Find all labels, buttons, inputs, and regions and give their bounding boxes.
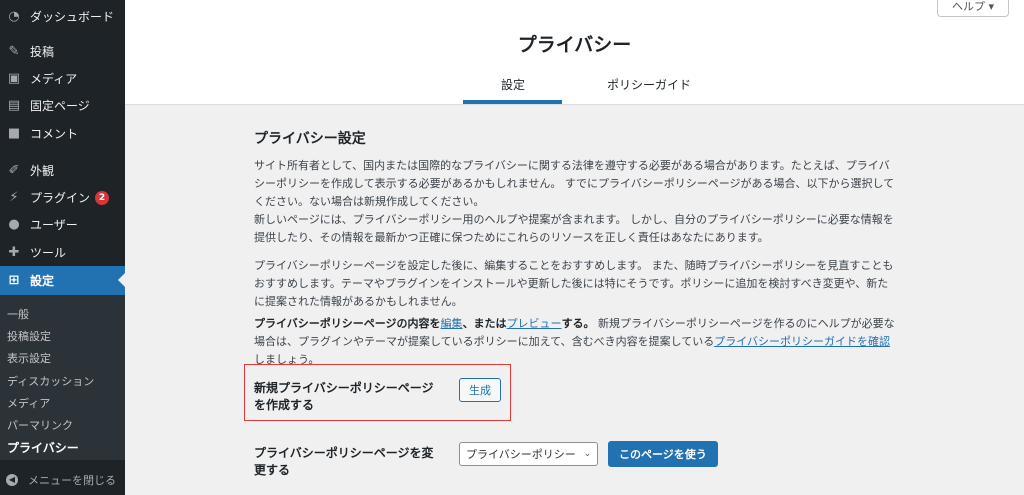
wrench-icon: ✚: [8, 245, 20, 260]
submenu-item-reading[interactable]: 表示設定: [7, 350, 51, 366]
change-page-label: プライバシーポリシーページを変更する: [254, 446, 434, 477]
dashboard-icon: ◔: [8, 9, 20, 24]
sidebar-item-label: 投稿: [30, 45, 55, 59]
submenu-item-general[interactable]: 一般: [7, 306, 29, 322]
generate-button[interactable]: 生成: [459, 378, 501, 402]
collapse-menu-button[interactable]: ◀ メニューを閉じる: [0, 464, 125, 495]
update-count-badge: 2: [95, 190, 110, 205]
edit-prefix: プライバシーポリシーページの内容を: [254, 317, 441, 330]
tab-settings[interactable]: 設定: [501, 76, 525, 93]
collapse-label: メニューを閉じる: [28, 473, 116, 487]
submenu-item-permalink[interactable]: パーマリンク: [7, 417, 73, 433]
sidebar-item-media[interactable]: ▣ メディア: [0, 65, 125, 92]
privacy-page-select[interactable]: プライバシーポリシー ⌄: [459, 442, 599, 466]
sidebar-item-label: ダッシュボード: [30, 10, 115, 24]
submenu-item-media[interactable]: メディア: [7, 395, 50, 411]
sidebar-item-pages[interactable]: ▤ 固定ページ: [0, 92, 125, 119]
settings-icon: ⊞: [8, 273, 20, 288]
active-tab-indicator: [463, 100, 562, 104]
select-value: プライバシーポリシー: [466, 448, 576, 461]
submenu-item-privacy[interactable]: プライバシー: [7, 439, 79, 456]
sidebar-item-posts[interactable]: ✎ 投稿: [0, 38, 125, 65]
create-page-label: 新規プライバシーポリシーページを作成する: [254, 381, 434, 412]
brush-icon: ✐: [8, 163, 20, 178]
use-this-page-button[interactable]: このページを使う: [608, 441, 718, 467]
sidebar-item-tools[interactable]: ✚ ツール: [0, 239, 125, 266]
section-title: プライバシー設定: [254, 131, 366, 147]
edit-link[interactable]: 編集: [441, 317, 463, 330]
edit-suffix: する。: [561, 317, 595, 330]
media-icon: ▣: [7, 71, 21, 86]
plugin-icon: ⚡: [9, 190, 19, 205]
comment-icon: ■: [7, 126, 21, 141]
policy-guide-link[interactable]: プライバシーポリシーガイドを確認: [714, 335, 890, 348]
active-indicator: [118, 273, 125, 287]
page-title: プライバシー: [517, 34, 632, 56]
sidebar-item-plugins[interactable]: ⚡ プラグイン 2: [0, 184, 125, 211]
sidebar-item-label: ツール: [30, 246, 67, 260]
sidebar-item-appearance[interactable]: ✐ 外観: [0, 157, 125, 184]
user-icon: ●: [8, 217, 20, 232]
help-button[interactable]: ヘルプ ▾: [937, 0, 1009, 17]
intro-paragraph: サイト所有者として、国内または国際的なプライバシーに関する法律を遵守する必要があ…: [254, 159, 895, 208]
submenu-item-discussion[interactable]: ディスカッション: [7, 373, 94, 389]
preview-link[interactable]: プレビュー: [507, 317, 562, 330]
settings-submenu: 一般 投稿設定 表示設定 ディスカッション メディア パーマリンク プライバシー: [0, 295, 125, 460]
new-page-paragraph: 新しいページには、プライバシーポリシー用のヘルプや提案が含まれます。 しかし、自…: [254, 213, 894, 244]
chevron-down-icon: ⌄: [583, 449, 592, 459]
submenu-item-writing[interactable]: 投稿設定: [7, 328, 51, 344]
sidebar-item-label: コメント: [30, 127, 79, 141]
sidebar-item-settings[interactable]: ⊞ 設定: [0, 266, 125, 295]
sidebar-item-label: 外観: [30, 164, 55, 178]
sidebar-item-dashboard[interactable]: ◔ ダッシュボード: [0, 3, 125, 30]
edit-preview-paragraph: プライバシーポリシーページの内容を編集、またはプレビューする。 新規プライバシー…: [254, 315, 896, 369]
collapse-icon: ◀: [6, 473, 18, 486]
admin-sidebar: ◔ ダッシュボード ✎ 投稿 ▣ メディア ▤ 固定ページ ■ コメント ✐ 外観 ⚡ プラグ…: [0, 0, 125, 495]
page-icon: ▤: [7, 98, 21, 113]
sidebar-item-label: メディア: [30, 72, 78, 86]
sidebar-item-label: ユーザー: [30, 218, 78, 232]
pin-icon: ✎: [8, 44, 20, 59]
edit-connector: 、または: [462, 317, 507, 330]
tab-policy-guide[interactable]: ポリシーガイド: [599, 76, 699, 93]
sidebar-item-label: 設定: [30, 274, 55, 288]
sidebar-item-label: プラグイン: [30, 191, 91, 205]
recommendation-paragraph: プライバシーポリシーページを設定した後に、編集することをおすすめします。 また、…: [254, 259, 894, 308]
sidebar-item-comments[interactable]: ■ コメント: [0, 120, 125, 147]
sidebar-item-users[interactable]: ● ユーザー: [0, 211, 125, 238]
page-header: ヘルプ ▾ プライバシー 設定 ポリシーガイド: [125, 0, 1024, 105]
sidebar-item-label: 固定ページ: [30, 99, 90, 113]
